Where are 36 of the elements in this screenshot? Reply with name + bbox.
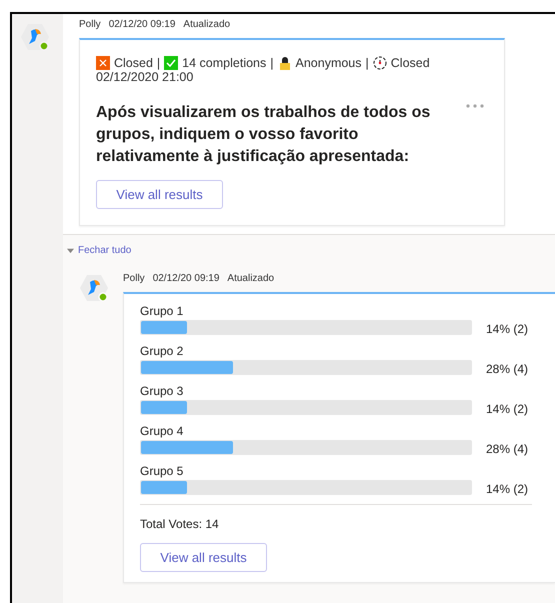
- option-label: Grupo 3: [140, 384, 184, 398]
- result-value: 28% (4): [486, 442, 528, 456]
- edited-label: Atualizado: [227, 273, 274, 284]
- status-text: Closed: [390, 56, 430, 70]
- check-icon: [164, 56, 178, 70]
- view-results-button[interactable]: View all results: [140, 543, 267, 572]
- result-value: 14% (2): [486, 482, 528, 496]
- view-results-button[interactable]: View all results: [96, 180, 223, 209]
- deadline-date: 02/12/2020 21:00: [96, 70, 194, 84]
- close-icon: [96, 56, 110, 70]
- result-value: 14% (2): [486, 402, 528, 416]
- bot-avatar-icon: [20, 22, 50, 52]
- separator: |: [156, 56, 160, 70]
- poll-question: Após visualizarem os trabalhos de todos os grupos, indiquem o vosso favorito relativamente à justificação apresentada:: [96, 103, 432, 167]
- separator: |: [270, 56, 274, 70]
- timestamp: 02/12/20 09:19: [108, 19, 176, 30]
- edited-label: Atualizado: [183, 19, 230, 30]
- result-value: 28% (4): [486, 362, 528, 376]
- option-label: Grupo 5: [140, 464, 184, 478]
- more-options-icon[interactable]: [466, 104, 484, 108]
- author-name: Polly: [79, 19, 101, 30]
- separator: |: [366, 56, 369, 70]
- lock-icon: [278, 56, 292, 70]
- collapse-link[interactable]: Fechar tudo: [67, 245, 132, 256]
- bot-avatar-icon: [79, 273, 109, 303]
- status-text: Anonymous: [296, 56, 362, 70]
- option-label: Grupo 1: [140, 304, 184, 318]
- status-text: Closed: [114, 56, 153, 70]
- option-label: Grupo 2: [140, 344, 184, 358]
- total-votes: Total Votes: 14: [140, 517, 220, 531]
- result-value: 14% (2): [486, 322, 528, 336]
- clock-icon: [372, 56, 387, 70]
- timestamp: 02/12/20 09:19: [152, 273, 220, 284]
- author-name: Polly: [123, 273, 145, 284]
- status-text: 14 completions: [182, 56, 266, 70]
- option-label: Grupo 4: [140, 424, 184, 438]
